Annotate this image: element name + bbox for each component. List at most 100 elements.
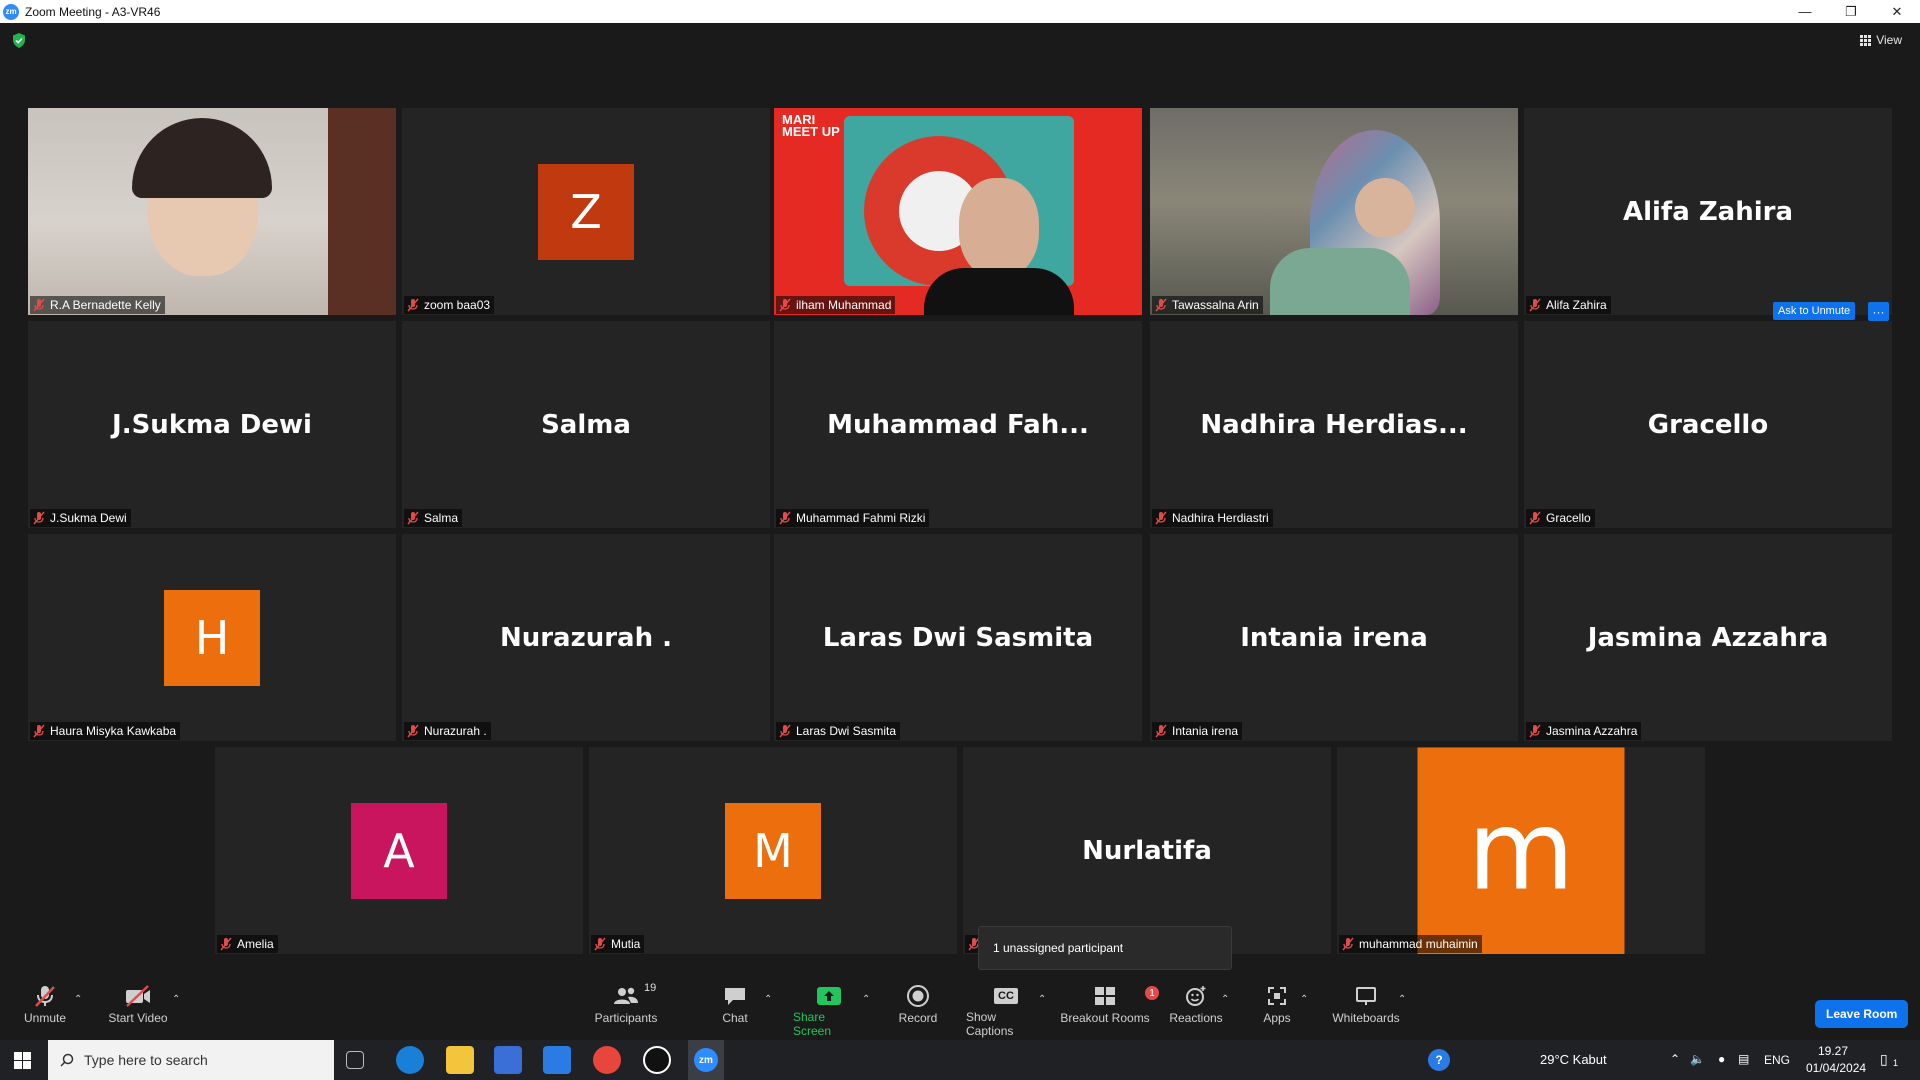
- share-options-caret-icon[interactable]: ⌃: [862, 994, 870, 1005]
- participant-name: Alifa Zahira: [1546, 298, 1607, 312]
- participant-tile[interactable]: Nurazurah . Nurazurah .: [402, 534, 770, 741]
- muted-mic-icon: [407, 511, 419, 525]
- minimize-button[interactable]: —: [1782, 0, 1828, 23]
- record-button[interactable]: Record: [899, 982, 937, 1038]
- participant-name: Nadhira Herdiastri: [1172, 511, 1269, 525]
- video-off-icon: [126, 985, 150, 1007]
- taskbar-search-box[interactable]: Type here to search: [48, 1040, 334, 1080]
- unassigned-participant-tooltip[interactable]: 1 unassigned participant: [978, 926, 1232, 970]
- participant-name-label: J.Sukma Dewi: [30, 509, 131, 527]
- participant-tile[interactable]: Muhammad Fah... Muhammad Fahmi Rizki: [774, 321, 1142, 528]
- participant-tile[interactable]: J.Sukma Dewi J.Sukma Dewi: [28, 321, 396, 528]
- participant-display-name: Jasmina Azzahra: [1587, 622, 1829, 653]
- participant-tile[interactable]: H Haura Misyka Kawkaba: [28, 534, 396, 741]
- muted-mic-icon: [33, 724, 45, 738]
- language-indicator[interactable]: ENG: [1764, 1053, 1790, 1067]
- muted-mic-icon: [1155, 511, 1167, 525]
- clock-time[interactable]: 19.27: [1818, 1044, 1848, 1058]
- chrome-icon[interactable]: [593, 1046, 621, 1074]
- participant-tile[interactable]: MARI MEET UP ilham Muhammad: [774, 108, 1142, 315]
- audio-options-caret-icon[interactable]: ⌃: [74, 994, 82, 1005]
- more-options-button[interactable]: ···: [1868, 302, 1889, 321]
- participant-tile[interactable]: NurlatifaNurlatifa: [963, 747, 1331, 954]
- chat-button[interactable]: Chat: [720, 982, 750, 1038]
- encryption-shield-icon[interactable]: [12, 33, 26, 48]
- participant-name: Salma: [424, 511, 459, 525]
- apps-options-caret-icon[interactable]: ⌃: [1300, 994, 1308, 1005]
- grid-icon: [1860, 34, 1872, 46]
- zoom-taskbar-button[interactable]: zm: [688, 1040, 724, 1080]
- participant-name-label: Alifa Zahira: [1526, 296, 1611, 314]
- windows-start-icon[interactable]: [14, 1052, 31, 1069]
- participants-button[interactable]: 19 Participants: [592, 982, 660, 1038]
- participant-video: [1150, 108, 1518, 315]
- participant-name: R.A Bernadette Kelly: [50, 298, 161, 312]
- reactions-options-caret-icon[interactable]: ⌃: [1221, 994, 1229, 1005]
- participant-name-label: Amelia: [217, 935, 278, 953]
- app-icon[interactable]: [643, 1046, 671, 1074]
- whiteboards-button[interactable]: Whiteboards: [1330, 982, 1402, 1038]
- search-icon: [60, 1053, 74, 1067]
- captions-options-caret-icon[interactable]: ⌃: [1038, 994, 1046, 1005]
- leave-room-button[interactable]: Leave Room: [1815, 1000, 1909, 1028]
- participant-tile[interactable]: Salma Salma: [402, 321, 770, 528]
- close-button[interactable]: ✕: [1874, 0, 1920, 23]
- video-options-caret-icon[interactable]: ⌃: [172, 994, 180, 1005]
- participants-icon: [614, 987, 638, 1004]
- start-video-label: Start Video: [108, 1011, 168, 1025]
- clock-date[interactable]: 01/04/2024: [1806, 1061, 1866, 1075]
- mail-icon[interactable]: [543, 1046, 571, 1074]
- reactions-button[interactable]: Reactions: [1169, 982, 1223, 1038]
- show-captions-button[interactable]: CC Show Captions: [966, 982, 1046, 1038]
- mic-tray-icon[interactable]: ●: [1718, 1052, 1725, 1066]
- file-explorer-icon[interactable]: [446, 1046, 474, 1074]
- weather-text[interactable]: 29°C Kabut: [1540, 1052, 1607, 1067]
- apps-button[interactable]: Apps: [1260, 982, 1294, 1038]
- start-video-button[interactable]: Start Video: [107, 982, 169, 1038]
- tray-chevron-icon[interactable]: ⌃: [1670, 1052, 1680, 1066]
- participant-tile[interactable]: Nadhira Herdias... Nadhira Herdiastri: [1150, 321, 1518, 528]
- notifications-icon[interactable]: ▯: [1880, 1051, 1888, 1068]
- participant-name-label: Muhammad Fahmi Rizki: [776, 509, 930, 527]
- participant-display-name: Muhammad Fah...: [827, 409, 1089, 440]
- participant-tile[interactable]: Gracello Gracello: [1524, 321, 1892, 528]
- edge-icon[interactable]: [396, 1046, 424, 1074]
- participant-tile[interactable]: Jasmina Azzahra Jasmina Azzahra: [1524, 534, 1892, 741]
- view-button[interactable]: View: [1860, 33, 1902, 47]
- participant-tile[interactable]: Intania irena Intania irena: [1150, 534, 1518, 741]
- participant-tile[interactable]: A Amelia: [215, 747, 583, 954]
- reactions-icon: [1186, 986, 1206, 1006]
- chat-options-caret-icon[interactable]: ⌃: [764, 994, 772, 1005]
- breakout-rooms-button[interactable]: 1 Breakout Rooms: [1060, 982, 1159, 1038]
- share-screen-button[interactable]: Share Screen: [793, 982, 865, 1038]
- participant-tile[interactable]: Alifa Zahira Alifa Zahira: [1524, 108, 1892, 315]
- participant-tile[interactable]: Tawassalna Arin: [1150, 108, 1518, 315]
- microphone-muted-icon: [35, 986, 55, 1007]
- participant-tile[interactable]: R.A Bernadette Kelly: [28, 108, 396, 315]
- participant-tile[interactable]: Laras Dwi Sasmita Laras Dwi Sasmita: [774, 534, 1142, 741]
- participant-display-name: Laras Dwi Sasmita: [822, 622, 1094, 653]
- whiteboard-icon: [1356, 987, 1376, 1005]
- muted-mic-icon: [1529, 511, 1541, 525]
- participant-name: Intania irena: [1172, 724, 1239, 738]
- task-view-icon[interactable]: [346, 1051, 364, 1069]
- ask-to-unmute-button[interactable]: Ask to Unmute: [1773, 302, 1856, 320]
- help-icon[interactable]: ?: [1428, 1049, 1450, 1071]
- participant-tile[interactable]: M Mutia: [589, 747, 957, 954]
- participant-name: Laras Dwi Sasmita: [796, 724, 897, 738]
- microsoft-store-icon[interactable]: [494, 1046, 522, 1074]
- notification-count: 1: [1893, 1058, 1899, 1068]
- unmute-button[interactable]: Unmute: [24, 982, 66, 1038]
- whiteboards-options-caret-icon[interactable]: ⌃: [1398, 994, 1406, 1005]
- share-screen-label: Share Screen: [793, 1010, 832, 1038]
- muted-mic-icon: [779, 511, 791, 525]
- maximize-button[interactable]: ❐: [1828, 0, 1874, 23]
- participant-tile[interactable]: m muhammad muhaimin: [1337, 747, 1705, 954]
- network-icon[interactable]: ▤: [1738, 1052, 1749, 1066]
- participant-tile[interactable]: Zzoom baa03: [402, 108, 770, 315]
- show-captions-label: Show Captions: [966, 1010, 1014, 1038]
- volume-icon[interactable]: 🔈: [1690, 1052, 1705, 1066]
- title-bar: zm Zoom Meeting - A3-VR46 — ❐ ✕: [0, 0, 1920, 23]
- muted-mic-icon: [407, 724, 419, 738]
- share-screen-icon: [817, 986, 841, 1005]
